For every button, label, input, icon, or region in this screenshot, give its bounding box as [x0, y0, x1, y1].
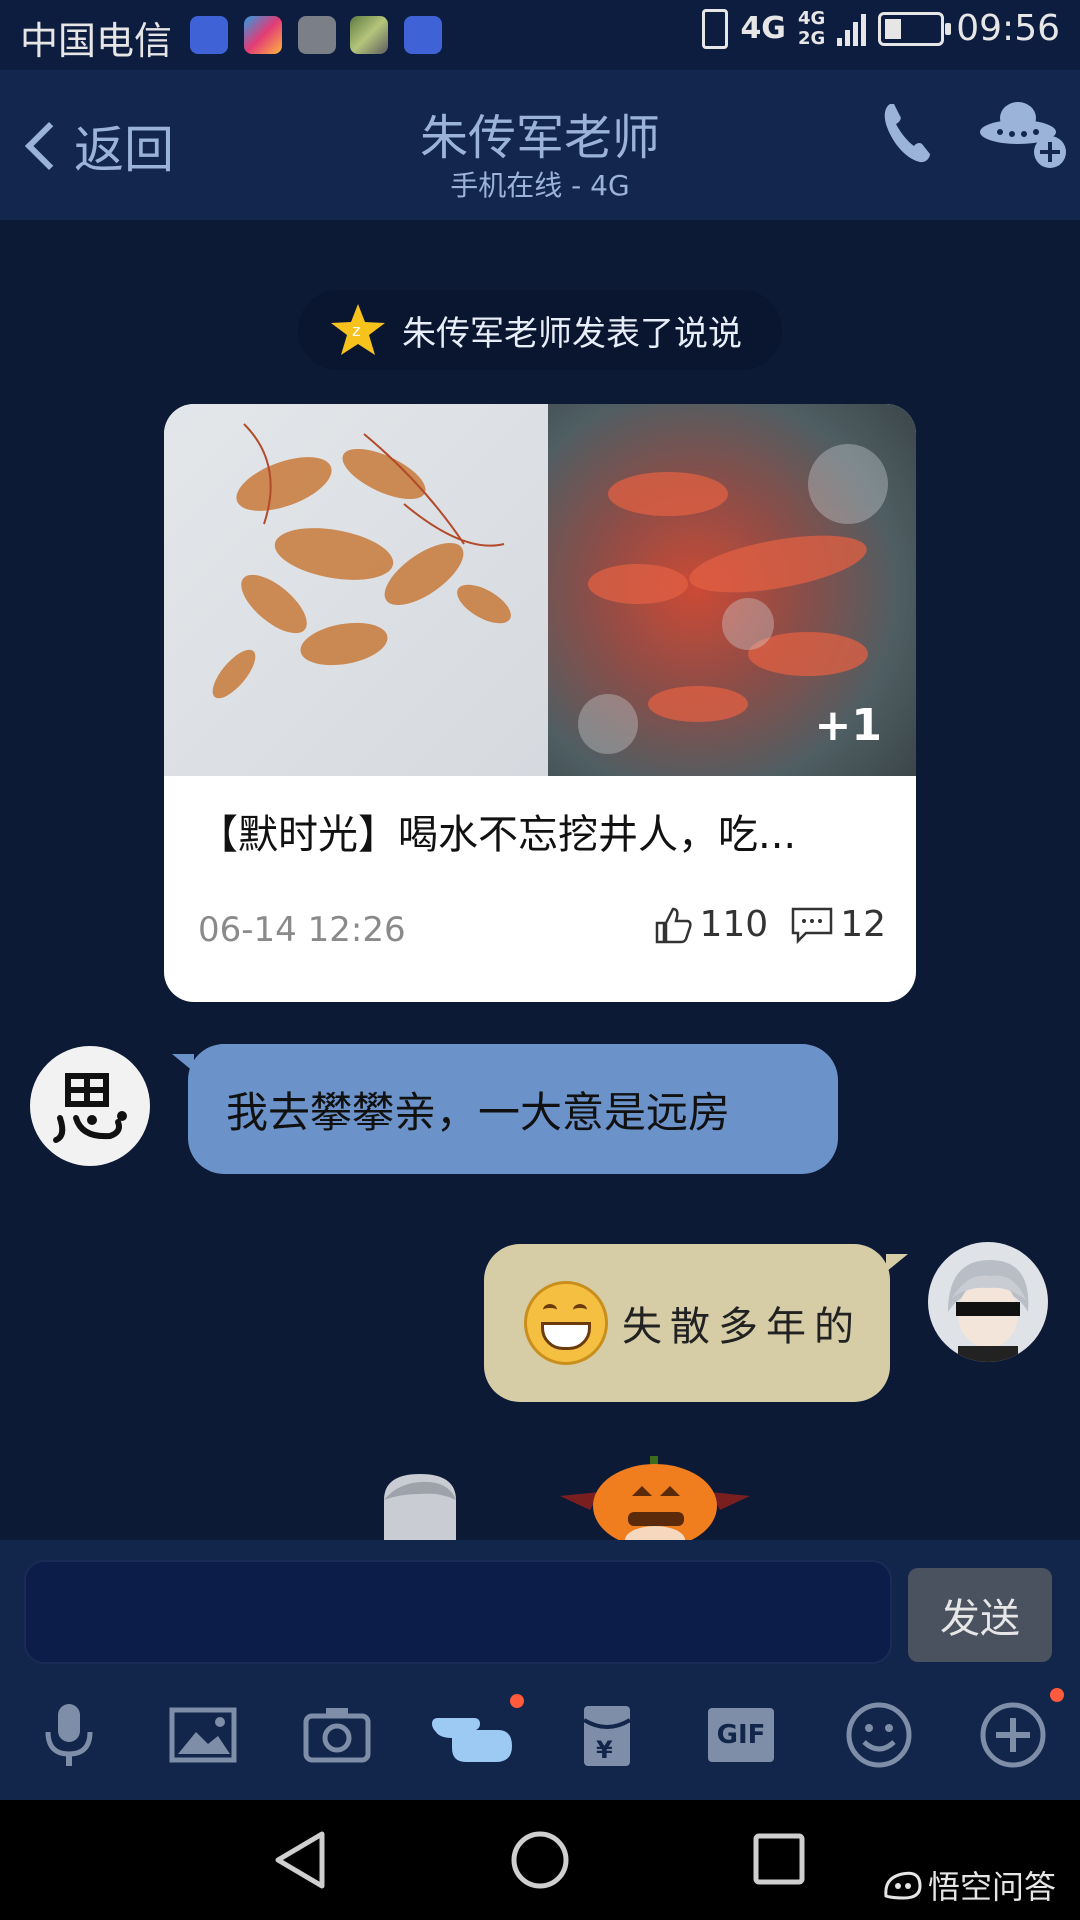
gif-icon-label: GIF — [716, 1720, 766, 1750]
status-bar: 中国电信 4G 4G 2G 09:56 — [0, 0, 1080, 70]
extra-images-count: +1 — [814, 700, 882, 751]
wukong-logo-icon — [884, 1871, 922, 1900]
poke-button[interactable] — [430, 1694, 524, 1770]
comment-icon — [791, 907, 833, 944]
emoji-button[interactable] — [844, 1700, 914, 1770]
thumbs-up-icon — [656, 907, 693, 943]
square-recents-icon — [753, 1833, 805, 1885]
camera-button[interactable] — [302, 1700, 372, 1770]
post-title: 【默时光】喝水不忘挖井人，吃... — [198, 812, 797, 858]
baidu-notification-icon-2 — [404, 16, 442, 54]
watermark: 悟空问答 — [882, 1862, 1056, 1908]
phone-icon — [884, 104, 930, 163]
network-secondary-top: 4G — [797, 7, 826, 29]
post-date: 06-14 12:26 — [198, 910, 406, 950]
poke-hand-icon — [432, 1718, 512, 1762]
message-text: 我去攀攀亲，一大意是远房 — [226, 1087, 731, 1137]
send-button[interactable]: 发送 — [908, 1568, 1052, 1662]
like-button[interactable]: 110 — [653, 904, 768, 945]
more-notification-dot — [1050, 1688, 1064, 1702]
carrier-label: 中国电信 — [20, 19, 173, 63]
message-text: 失散多年的 — [622, 1304, 862, 1350]
svg-text:z: z — [352, 321, 360, 340]
network-secondary-bottom: 2G — [797, 27, 826, 49]
svg-text:¥: ¥ — [596, 1736, 613, 1764]
system-notice[interactable]: z 朱传军老师发表了说说 — [298, 290, 782, 370]
nav-back-button[interactable] — [272, 1830, 328, 1894]
more-button[interactable] — [978, 1688, 1064, 1770]
phone-call-button[interactable] — [876, 98, 936, 168]
ufo-icon — [980, 102, 1066, 168]
message-bubble-outgoing[interactable]: 失散多年的 — [484, 1244, 908, 1402]
message-bubble-incoming[interactable]: 我去攀攀亲，一大意是远房 — [172, 1044, 838, 1174]
signal-icon — [837, 12, 867, 46]
chat-area[interactable]: z 朱传军老师发表了说说 +1 【默时光】喝水不忘挖井人，吃... 06-14 … — [0, 220, 1080, 1540]
nav-home-button[interactable] — [510, 1830, 570, 1894]
status-right: 4G 4G 2G 09:56 — [702, 8, 1060, 49]
image-button[interactable] — [168, 1700, 238, 1770]
watermark-text: 悟空问答 — [927, 1868, 1056, 1906]
post-stats: 110 12 — [653, 904, 886, 945]
vibrate-icon — [702, 8, 729, 49]
like-count: 110 — [699, 904, 769, 945]
red-packet-button[interactable]: ¥ — [572, 1700, 642, 1770]
my-avatar[interactable] — [928, 1242, 1048, 1362]
microphone-icon — [45, 1704, 93, 1766]
photo-notification-icon — [350, 16, 388, 54]
poke-notification-dot — [510, 1694, 524, 1708]
chat-toolbar: ¥ GIF — [0, 1670, 1080, 1800]
camera-icon — [303, 1708, 371, 1763]
system-notice-text: 朱传军老师发表了说说 — [402, 313, 742, 354]
image-icon — [169, 1707, 237, 1763]
qzone-star-icon: z — [331, 304, 385, 355]
contact-status: 手机在线 - 4G — [450, 169, 630, 202]
comment-button[interactable]: 12 — [790, 904, 886, 945]
character-figure-left[interactable] — [370, 1470, 470, 1540]
red-packet-icon: ¥ — [582, 1706, 632, 1766]
gallery-notification-icon — [298, 16, 336, 54]
clock: 09:56 — [956, 8, 1060, 49]
post-image-shrimp[interactable] — [164, 404, 548, 776]
gif-button[interactable]: GIF — [708, 1700, 778, 1770]
plus-circle-icon — [980, 1702, 1046, 1768]
contact-avatar[interactable] — [30, 1046, 150, 1166]
gif-icon: GIF — [708, 1708, 774, 1762]
post-image-boiling[interactable]: +1 — [548, 404, 916, 776]
more-options-button[interactable] — [980, 94, 1070, 174]
chat-header: 返回 朱传军老师 手机在线 - 4G — [0, 70, 1080, 222]
grinning-emoji-icon — [524, 1281, 608, 1365]
comment-count: 12 — [840, 904, 886, 945]
baidu-notification-icon — [190, 16, 228, 54]
triangle-back-icon — [275, 1831, 325, 1889]
input-bar: 发送 — [0, 1540, 1080, 1670]
network-4g-label: 4G — [740, 11, 786, 46]
app-notification-icon — [244, 16, 282, 54]
smiley-icon — [846, 1702, 912, 1768]
microphone-button[interactable] — [34, 1700, 104, 1770]
pumpkin-figure[interactable] — [560, 1456, 750, 1540]
battery-icon — [878, 11, 952, 46]
dual-network-label: 4G 2G — [797, 7, 826, 49]
nav-recents-button[interactable] — [752, 1832, 806, 1890]
message-input[interactable] — [24, 1560, 892, 1664]
circle-home-icon — [511, 1831, 569, 1889]
post-card[interactable]: +1 【默时光】喝水不忘挖井人，吃... 06-14 12:26 110 12 — [164, 404, 916, 1002]
